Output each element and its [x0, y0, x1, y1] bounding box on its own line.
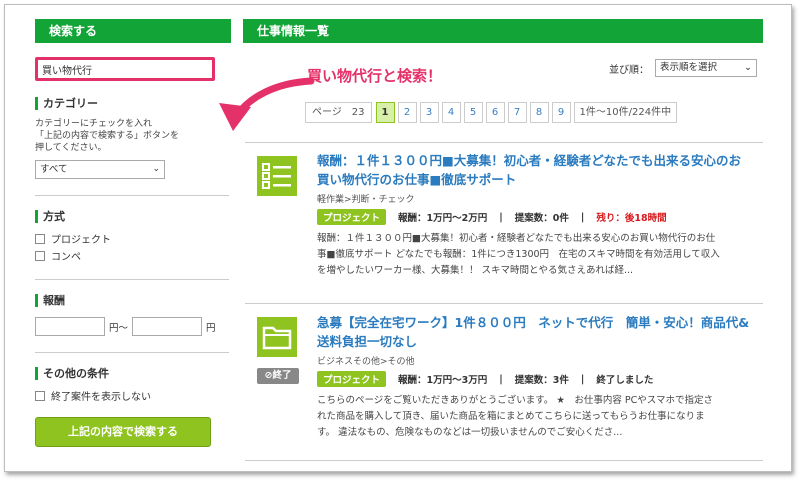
category-desc-line: 押してください。 — [35, 143, 107, 153]
job-reward: 報酬：1万円〜2万円 — [398, 213, 488, 224]
category-desc-line: カテゴリーにチェックを入れ — [35, 119, 153, 129]
job-list-title: 仕事情報一覧 — [243, 19, 763, 43]
method-heading: 方式 — [35, 210, 231, 223]
job-status: 終了しました — [596, 375, 654, 386]
screenshot-frame: 検索する カテゴリー カテゴリーにチェックを入れ 「上記の内容で検索する」ボタン… — [4, 4, 792, 472]
job-reward: 報酬：1万円〜3万円 — [398, 375, 488, 386]
job-description: 報酬：１件１３００円■大募集！初心者・経験者どなたでも出来る安心のお買い物代行の… — [317, 231, 763, 279]
annotation-text: 買い物代行と検索！ — [307, 67, 443, 85]
checklist-icon — [257, 156, 297, 196]
category-instructions: カテゴリーにチェックを入れ 「上記の内容で検索する」ボタンを 押してください。 — [35, 118, 231, 154]
page-total-label: ページ 23 — [305, 102, 372, 123]
search-submit-button[interactable]: 上記の内容で検索する — [35, 417, 211, 447]
checkbox[interactable] — [35, 233, 45, 244]
pay-unit-to: 円 — [206, 322, 216, 334]
keyword-search-input[interactable] — [35, 57, 215, 81]
checkbox[interactable] — [35, 390, 45, 401]
divider — [245, 303, 763, 304]
job-time-remaining: 残り：後18時間 — [596, 213, 667, 224]
job-desc-line: を増やしたいワーカー様、大募集！！ スキマ時間とやる気さえあれば経... — [317, 265, 634, 276]
pay-heading: 報酬 — [35, 294, 231, 307]
divider — [35, 279, 229, 280]
method-option-compe[interactable]: コンペ — [35, 248, 231, 263]
job-meta: プロジェクト 報酬：1万円〜3万円 | 提案数：3件 | 終了しました — [317, 371, 763, 387]
page-link[interactable]: 6 — [485, 102, 505, 123]
chevron-down-icon: ⌄ — [744, 62, 752, 73]
job-desc-line: す。 違法なもの、危険なものなどは一切扱いませんのでご安心くださ... — [317, 427, 623, 438]
page-link[interactable]: 3 — [419, 102, 439, 123]
sidebar-title: 検索する — [35, 19, 231, 43]
page-link[interactable]: 7 — [507, 102, 527, 123]
option-label: 終了案件を表示しない — [51, 392, 151, 403]
job-type-badge: プロジェクト — [317, 209, 387, 225]
page-link[interactable]: 5 — [463, 102, 483, 123]
page-link[interactable]: 2 — [397, 102, 417, 123]
sort-label: 並び順： — [609, 64, 649, 76]
job-title-line: 送料負担一切なし — [317, 334, 418, 349]
folder-icon — [257, 317, 297, 357]
meta-separator: | — [499, 373, 503, 385]
job-title-link[interactable]: 報酬：１件１３００円■大募集！初心者・経験者どなたでも出来る安心のお 買い物代行… — [317, 151, 763, 189]
meta-separator: | — [580, 211, 585, 223]
job-title-link[interactable]: 急募【完全在宅ワーク】1件８００円 ネットで代行 簡単・安心！商品代& 送料負担… — [317, 313, 763, 351]
hide-ended-option[interactable]: 終了案件を表示しない — [35, 388, 231, 403]
pagination: ページ 23 1 2 3 4 5 6 7 8 9 1件〜10件/224件中 — [305, 102, 678, 123]
meta-separator: | — [580, 373, 585, 385]
pay-min-input[interactable] — [35, 317, 105, 336]
pay-range: 円〜 円 — [35, 317, 231, 336]
job-proposals: 提案数：0件 — [514, 213, 569, 224]
category-select-value: すべて — [40, 164, 68, 175]
job-list-panel: 仕事情報一覧 — [243, 19, 763, 43]
other-heading: その他の条件 — [35, 367, 231, 380]
search-box — [35, 57, 231, 81]
job-meta: プロジェクト 報酬：1万円〜2万円 | 提案数：0件 | 残り：後18時間 — [317, 209, 763, 225]
divider — [245, 142, 763, 143]
result-count: 1件〜10件/224件中 — [573, 102, 678, 123]
job-body: 急募【完全在宅ワーク】1件８００円 ネットで代行 簡単・安心！商品代& 送料負担… — [317, 313, 763, 441]
pay-max-input[interactable] — [132, 317, 203, 336]
job-title-line: 報酬：１件１３００円■大募集！初心者・経験者どなたでも出来る安心のお — [317, 153, 742, 168]
checkbox[interactable] — [35, 250, 45, 261]
category-select[interactable]: すべて ⌄ — [35, 160, 165, 179]
other-options: 終了案件を表示しない — [35, 388, 231, 403]
pay-unit-from: 円〜 — [109, 322, 129, 334]
sort-select-value: 表示順を選択 — [660, 62, 718, 73]
job-type-badge: プロジェクト — [317, 371, 387, 387]
page-link[interactable]: 4 — [441, 102, 461, 123]
option-label: プロジェクト — [51, 235, 111, 246]
divider — [35, 195, 229, 196]
job-desc-line: 報酬：１件１３００円■大募集！初心者・経験者どなたでも出来る安心のお買い物代行の… — [317, 233, 716, 244]
annotation-arrow-icon — [219, 77, 315, 131]
sort-select[interactable]: 表示順を選択 ⌄ — [655, 59, 757, 77]
chevron-down-icon: ⌄ — [152, 164, 160, 174]
job-desc-line: こちらのページをご覧いただきありがとうございます。 ★ お仕事内容 PCやスマホ… — [317, 395, 713, 406]
job-body: 報酬：１件１３００円■大募集！初心者・経験者どなたでも出来る安心のお 買い物代行… — [317, 151, 763, 279]
job-title-line: 買い物代行のお仕事■徹底サポート — [317, 172, 517, 187]
job-category: ビジネスその他>その他 — [317, 357, 415, 367]
page-link[interactable]: 8 — [529, 102, 549, 123]
method-option-project[interactable]: プロジェクト — [35, 231, 231, 246]
divider — [245, 460, 763, 461]
meta-separator: | — [499, 211, 503, 223]
sort-control: 並び順： 表示順を選択 ⌄ — [609, 59, 757, 77]
job-desc-line: 事■徹底サポート どなたでも報酬：1件につき1300円 在宅のスキマ時間を有効活… — [317, 249, 720, 260]
job-category: 軽作業>判断・チェック — [317, 195, 415, 205]
search-sidebar: 検索する カテゴリー カテゴリーにチェックを入れ 「上記の内容で検索する」ボタン… — [35, 19, 231, 447]
job-description: こちらのページをご覧いただきありがとうございます。 ★ お仕事内容 PCやスマホ… — [317, 393, 763, 441]
page-link-current[interactable]: 1 — [375, 102, 395, 123]
option-label: コンペ — [51, 252, 81, 263]
method-options: プロジェクト コンペ — [35, 231, 231, 263]
category-heading: カテゴリー — [35, 97, 231, 110]
job-desc-line: れた商品を購入して頂き、届いた商品を箱にまとめてこちらに送ってもらうお仕事になり… — [317, 411, 705, 422]
divider — [35, 352, 229, 353]
page-link[interactable]: 9 — [551, 102, 571, 123]
category-desc-line: 「上記の内容で検索する」ボタンを — [35, 131, 180, 141]
ended-badge: ⊘終了 — [257, 368, 299, 384]
job-title-line: 急募【完全在宅ワーク】1件８００円 ネットで代行 簡単・安心！商品代& — [317, 315, 750, 330]
job-proposals: 提案数：3件 — [514, 375, 569, 386]
